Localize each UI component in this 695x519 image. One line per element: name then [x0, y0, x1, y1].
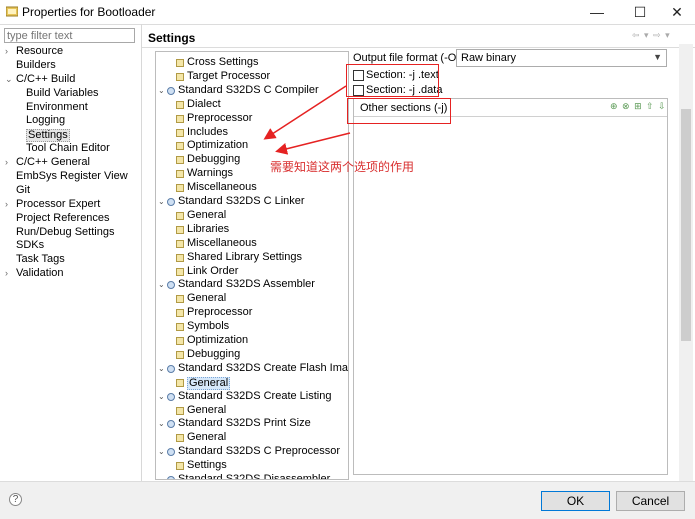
arrow-to-debugging [275, 132, 351, 155]
cancel-button[interactable]: Cancel [616, 491, 685, 511]
help-icon[interactable]: ? [9, 493, 22, 506]
arrow-to-optimization [263, 85, 347, 140]
ok-button[interactable]: OK [541, 491, 610, 511]
dialog-footer: ? OK Cancel [0, 481, 695, 519]
annotation-arrows [263, 85, 351, 155]
annotation-note: 需要知道这两个选项的作用 [270, 160, 415, 174]
